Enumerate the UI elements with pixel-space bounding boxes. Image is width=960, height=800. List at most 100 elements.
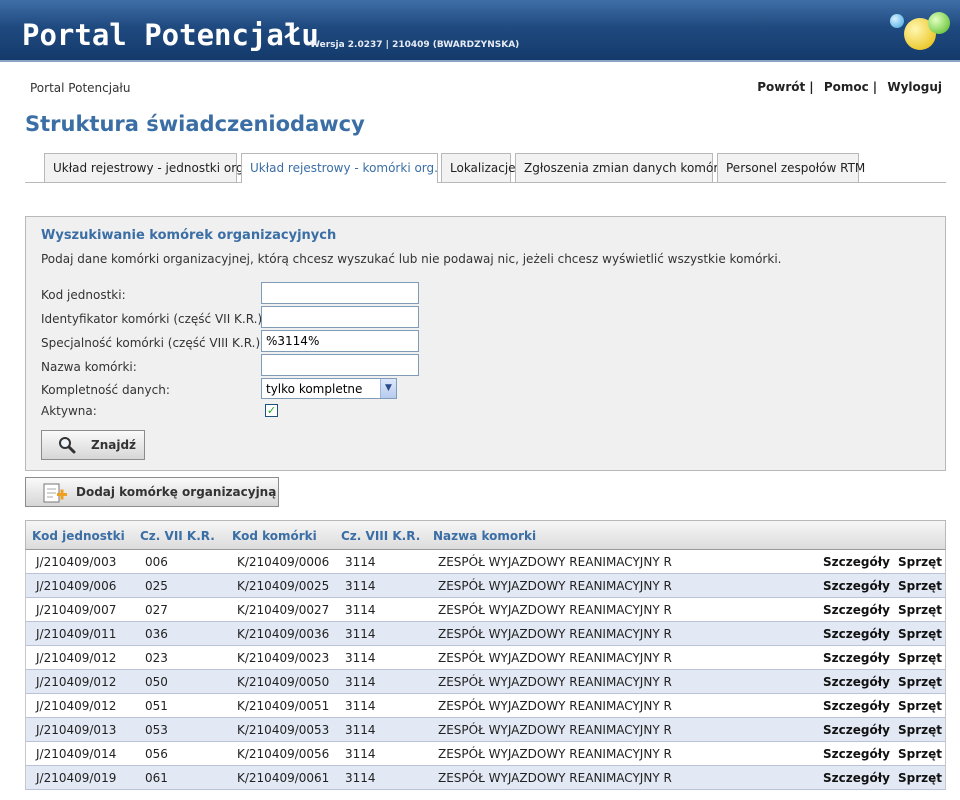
cell-code-cell: K/210409/0061 (237, 771, 330, 785)
cell-id-input[interactable] (261, 306, 419, 328)
app-title: Portal Potencjału (22, 18, 319, 52)
table-row: J/210409/006 025 K/210409/0025 3114 ZESPÓŁ W… (25, 574, 946, 598)
find-button-label: Znajdź (91, 438, 137, 452)
part-vii-cell: 023 (145, 651, 168, 665)
help-link[interactable]: Pomoc (824, 80, 869, 94)
equipment-link[interactable]: Sprzęt (898, 723, 942, 737)
table-row: J/210409/007 027 K/210409/0027 3114 ZESPÓŁ W… (25, 598, 946, 622)
details-link[interactable]: Szczegóły (823, 699, 890, 713)
details-link[interactable]: Szczegóły (823, 675, 890, 689)
table-row: J/210409/012 023 K/210409/0023 3114 ZESPÓŁ W… (25, 646, 946, 670)
cell-name-cell: ZESPÓŁ WYJAZDOWY REANIMACYJNY R (438, 651, 672, 665)
find-button[interactable]: Znajdź (41, 430, 145, 460)
app-header: Portal Potencjału Wersja 2.0237 | 210409… (0, 0, 960, 62)
part-vii-cell: 025 (145, 579, 168, 593)
cell-name-cell: ZESPÓŁ WYJAZDOWY REANIMACYJNY R (438, 603, 672, 617)
part-viii-cell: 3114 (345, 723, 376, 737)
table-row: J/210409/019 061 K/210409/0061 3114 ZESPÓŁ W… (25, 766, 946, 790)
active-label: Aktywna: (41, 404, 97, 418)
unit-code-cell: J/210409/019 (36, 771, 117, 785)
page-title: Struktura świadczeniodawcy (25, 112, 365, 136)
column-header[interactable]: Kod jednostki (32, 529, 125, 543)
part-vii-cell: 053 (145, 723, 168, 737)
unit-code-cell: J/210409/012 (36, 651, 117, 665)
equipment-link[interactable]: Sprzęt (898, 699, 942, 713)
unit-code-input[interactable] (261, 282, 419, 304)
column-header[interactable]: Nazwa komorki (433, 529, 536, 543)
details-link[interactable]: Szczegóły (823, 627, 890, 641)
unit-code-cell: J/210409/013 (36, 723, 117, 737)
details-link[interactable]: Szczegóły (823, 579, 890, 593)
details-link[interactable]: Szczegóły (823, 723, 890, 737)
tab-locations[interactable]: Lokalizacje (441, 153, 516, 182)
cell-name-label: Nazwa komórki: (41, 360, 137, 374)
equipment-link[interactable]: Sprzęt (898, 603, 942, 617)
completeness-label: Kompletność danych: (41, 383, 170, 397)
tab-rtm-staff[interactable]: Personel zespołów RTM (717, 153, 865, 182)
part-viii-cell: 3114 (345, 699, 376, 713)
breadcrumb: Portal Potencjału (30, 81, 131, 95)
equipment-link[interactable]: Sprzęt (898, 627, 942, 641)
cell-code-cell: K/210409/0053 (237, 723, 330, 737)
add-cell-button-label: Dodaj komórkę organizacyjną (76, 485, 277, 499)
cell-code-cell: K/210409/0023 (237, 651, 330, 665)
top-links: Powrót | Pomoc | Wyloguj (757, 80, 942, 94)
part-vii-cell: 050 (145, 675, 168, 689)
part-viii-cell: 3114 (345, 771, 376, 785)
equipment-link[interactable]: Sprzęt (898, 651, 942, 665)
equipment-link[interactable]: Sprzęt (898, 555, 942, 569)
logout-link[interactable]: Wyloguj (887, 80, 942, 94)
cell-name-cell: ZESPÓŁ WYJAZDOWY REANIMACYJNY R (438, 627, 672, 641)
part-vii-cell: 061 (145, 771, 168, 785)
cell-code-cell: K/210409/0036 (237, 627, 330, 641)
part-vii-cell: 056 (145, 747, 168, 761)
table-row: J/210409/011 036 K/210409/0036 3114 ZESPÓŁ W… (25, 622, 946, 646)
table-row: J/210409/012 050 K/210409/0050 3114 ZESPÓŁ W… (25, 670, 946, 694)
cell-name-cell: ZESPÓŁ WYJAZDOWY REANIMACYJNY R (438, 699, 672, 713)
column-header[interactable]: Cz. VII K.R. (140, 529, 215, 543)
part-vii-cell: 027 (145, 603, 168, 617)
chevron-down-icon[interactable]: ▼ (380, 379, 396, 398)
cell-name-input[interactable] (261, 354, 419, 376)
equipment-link[interactable]: Sprzęt (898, 579, 942, 593)
details-link[interactable]: Szczegóły (823, 771, 890, 785)
table-header: Kod jednostki Cz. VII K.R. Kod komórki C… (25, 520, 946, 550)
cell-name-cell: ZESPÓŁ WYJAZDOWY REANIMACYJNY R (438, 747, 672, 761)
unit-code-cell: J/210409/012 (36, 675, 117, 689)
equipment-link[interactable]: Sprzęt (898, 675, 942, 689)
unit-code-cell: J/210409/007 (36, 603, 117, 617)
table-row: J/210409/003 006 K/210409/0006 3114 ZESPÓŁ W… (25, 550, 946, 574)
unit-code-cell: J/210409/014 (36, 747, 117, 761)
details-link[interactable]: Szczegóły (823, 603, 890, 617)
column-header[interactable]: Kod komórki (232, 529, 317, 543)
tab-units[interactable]: Układ rejestrowy - jednostki org. (44, 153, 247, 182)
part-viii-cell: 3114 (345, 651, 376, 665)
logo-icon (886, 8, 956, 60)
cell-name-cell: ZESPÓŁ WYJAZDOWY REANIMACYJNY R (438, 579, 672, 593)
unit-code-cell: J/210409/003 (36, 555, 117, 569)
details-link[interactable]: Szczegóły (823, 555, 890, 569)
cell-name-cell: ZESPÓŁ WYJAZDOWY REANIMACYJNY R (438, 555, 672, 569)
specialty-input[interactable] (261, 330, 419, 352)
back-link[interactable]: Powrót (757, 80, 805, 94)
active-checkbox[interactable]: ✓ (265, 404, 278, 417)
equipment-link[interactable]: Sprzęt (898, 747, 942, 761)
cell-name-cell: ZESPÓŁ WYJAZDOWY REANIMACYJNY R (438, 675, 672, 689)
part-viii-cell: 3114 (345, 579, 376, 593)
cell-code-cell: K/210409/0050 (237, 675, 330, 689)
cell-code-cell: K/210409/0051 (237, 699, 330, 713)
details-link[interactable]: Szczegóły (823, 651, 890, 665)
add-cell-button[interactable]: Dodaj komórkę organizacyjną (25, 477, 279, 507)
tab-bar: Układ rejestrowy - jednostki org. Układ … (25, 153, 946, 183)
part-viii-cell: 3114 (345, 747, 376, 761)
equipment-link[interactable]: Sprzęt (898, 771, 942, 785)
details-link[interactable]: Szczegóły (823, 747, 890, 761)
cell-code-cell: K/210409/0025 (237, 579, 330, 593)
part-viii-cell: 3114 (345, 675, 376, 689)
tab-cells[interactable]: Układ rejestrowy - komórki org. (241, 153, 438, 183)
part-viii-cell: 3114 (345, 627, 376, 641)
tab-change-requests[interactable]: Zgłoszenia zmian danych komórek (515, 153, 732, 182)
column-header[interactable]: Cz. VIII K.R. (341, 529, 420, 543)
completeness-value: tylko kompletne (266, 382, 363, 396)
completeness-select[interactable]: tylko kompletne ▼ (261, 378, 397, 399)
